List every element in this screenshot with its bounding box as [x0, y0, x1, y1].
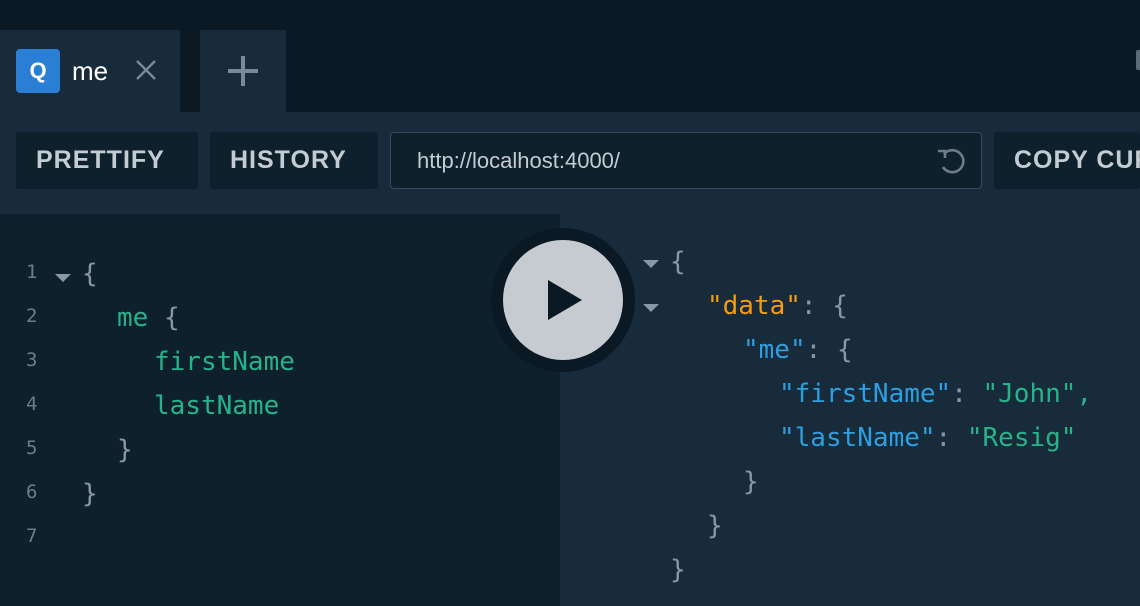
add-tab-button[interactable]	[200, 30, 286, 112]
result-open-brace: {	[670, 247, 686, 277]
line-number: 2	[26, 305, 38, 327]
result-viewer: { "data": { "me": { "firstName": "John",…	[560, 214, 1140, 606]
reload-icon[interactable]	[935, 146, 969, 176]
line-number: 3	[26, 349, 38, 371]
run-button[interactable]	[503, 240, 623, 360]
colon: :	[951, 379, 967, 409]
query-editor[interactable]: 1 2 3 4 5 6 7 { me { firstName lastName …	[0, 214, 560, 606]
brace: {	[836, 335, 853, 365]
me-key: "me"	[743, 335, 806, 365]
history-button[interactable]: HISTORY	[210, 132, 378, 189]
close-icon[interactable]	[134, 50, 158, 90]
tab-me[interactable]: Q me	[0, 30, 180, 112]
result-close-brace: }	[707, 511, 723, 541]
result-lastname-line: "lastName": "Resig"	[779, 418, 1076, 458]
fold-arrow-icon[interactable]	[55, 274, 71, 282]
result-firstname-line: "firstName": "John",	[779, 374, 1092, 414]
query-field-line: me {	[117, 298, 180, 338]
query-field: lastName	[154, 391, 280, 421]
colon: :	[935, 423, 952, 453]
line-number: 5	[26, 437, 38, 459]
tab-bar: Q me	[0, 0, 1140, 112]
endpoint-url-input[interactable]	[391, 133, 921, 188]
result-close-brace: }	[670, 555, 686, 585]
lastname-key: "lastName"	[779, 423, 936, 453]
run-button-ring	[491, 228, 635, 372]
copy-curl-button[interactable]: COPY CURL	[994, 132, 1140, 189]
query-inner-close: }	[117, 435, 133, 465]
play-icon	[548, 280, 582, 320]
colon: :	[805, 335, 822, 365]
settings-icon[interactable]	[1136, 50, 1140, 70]
endpoint-url-box	[390, 132, 982, 189]
query-inner-open: {	[163, 303, 180, 333]
fold-arrow-icon[interactable]	[643, 260, 659, 268]
lastname-value: "Resig"	[966, 423, 1077, 453]
brace: {	[832, 291, 848, 321]
firstname-key: "firstName"	[779, 379, 952, 409]
line-number: 6	[26, 481, 38, 503]
result-close-brace: }	[743, 467, 759, 497]
query-close-brace: }	[82, 479, 98, 509]
colon: :	[800, 291, 817, 321]
line-number: 1	[26, 261, 38, 283]
prettify-button[interactable]: PRETTIFY	[16, 132, 198, 189]
query-badge: Q	[16, 49, 60, 93]
firstname-value: "John",	[982, 379, 1093, 409]
query-field: firstName	[154, 347, 295, 377]
data-key: "data"	[707, 291, 801, 321]
tab-label: me	[72, 56, 109, 86]
fold-arrow-icon[interactable]	[643, 304, 659, 312]
result-me-line: "me": {	[743, 330, 853, 370]
line-number: 7	[26, 525, 38, 547]
query-open-brace: {	[82, 259, 98, 289]
query-field: me	[117, 303, 149, 333]
line-number: 4	[26, 393, 38, 415]
result-data-line: "data": {	[707, 286, 848, 326]
plus-icon	[228, 56, 258, 86]
toolbar: PRETTIFY HISTORY COPY CURL	[0, 112, 1140, 214]
